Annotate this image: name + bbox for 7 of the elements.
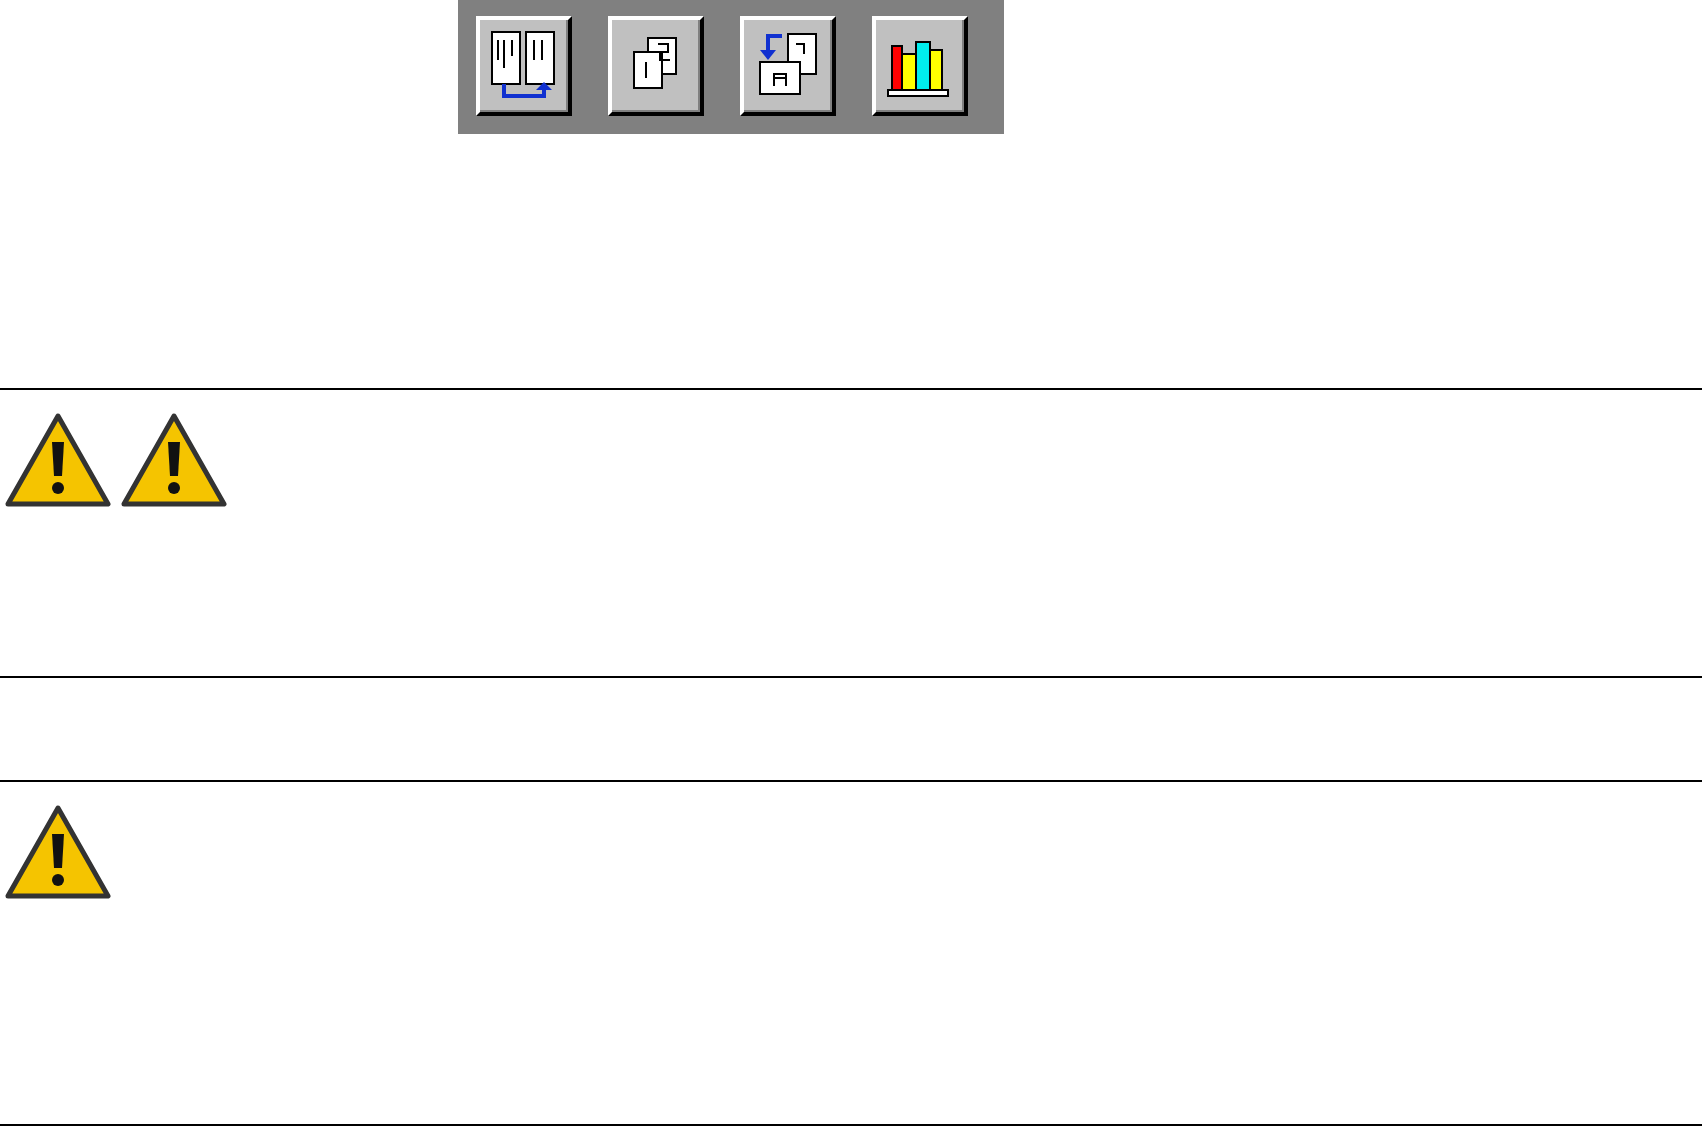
warning-icon: [4, 410, 112, 510]
toolbar-button[interactable]: [476, 16, 572, 116]
toolbar-button[interactable]: [740, 16, 836, 116]
toolbar-button[interactable]: [872, 16, 968, 116]
toolbar-button[interactable]: [608, 16, 704, 116]
warning-icon: [120, 410, 228, 510]
warning-icon: [4, 802, 112, 902]
